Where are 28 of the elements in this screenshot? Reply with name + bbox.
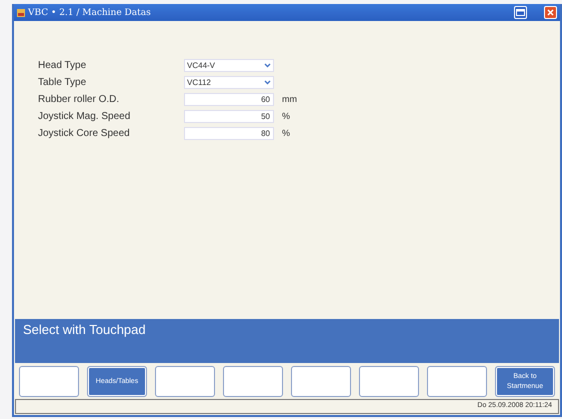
function-button[interactable] xyxy=(155,366,215,397)
unit-label: mm xyxy=(282,94,297,104)
chevron-down-icon xyxy=(264,62,271,68)
field-label: Joystick Core Speed xyxy=(38,128,131,138)
function-button[interactable] xyxy=(427,366,487,397)
field-label: Head Type xyxy=(38,60,88,70)
input-field[interactable]: 80 xyxy=(184,126,274,140)
field-label: Joystick Mag. Speed xyxy=(38,110,132,122)
message-text: Select with Touchpad xyxy=(23,322,146,337)
input-field[interactable]: 50 xyxy=(184,110,274,122)
close-button[interactable] xyxy=(544,6,557,19)
function-button[interactable] xyxy=(359,366,419,397)
app-icon xyxy=(17,8,25,16)
dropdown[interactable]: VC44-V xyxy=(184,58,274,72)
input-field[interactable]: 60 xyxy=(184,92,274,106)
field-label: Rubber roller O.D. xyxy=(38,94,120,104)
unit-label: % xyxy=(282,128,290,138)
dropdown[interactable]: VC112 xyxy=(184,76,274,88)
function-button[interactable] xyxy=(223,366,283,397)
close-icon xyxy=(547,9,554,16)
function-button[interactable] xyxy=(291,366,351,397)
function-button[interactable] xyxy=(19,366,79,397)
chevron-down-icon xyxy=(264,80,271,84)
restore-button[interactable] xyxy=(514,6,527,19)
field-label: Table Type xyxy=(38,76,88,88)
window-title: VBC • 2.1 / Machine Datas xyxy=(28,8,151,18)
window-icon xyxy=(516,9,525,16)
unit-label: % xyxy=(282,111,290,121)
